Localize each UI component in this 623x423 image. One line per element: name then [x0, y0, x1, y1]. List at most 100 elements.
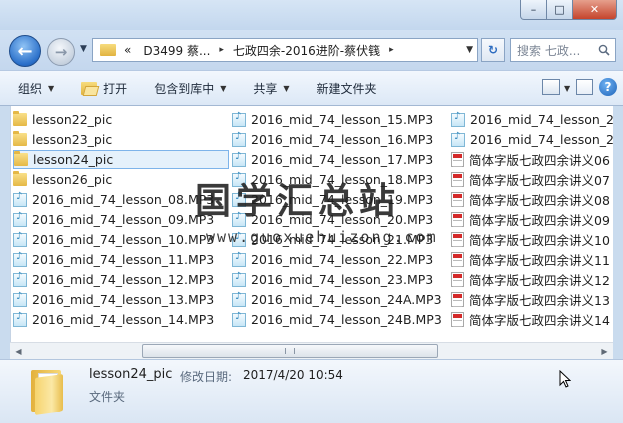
file-name: 简体字版七政四余讲义10 [469, 233, 610, 248]
detail-type: 文件夹 [89, 390, 126, 404]
file-item[interactable]: 2016_mid_74_lesson_12.MP3 [13, 270, 229, 289]
open-button[interactable]: 打开 [81, 80, 127, 97]
file-item[interactable]: 简体字版七政四余讲义14 [451, 310, 613, 329]
file-name: 2016_mid_74_lesson_08.MP3 [32, 192, 215, 207]
folder-item[interactable]: lesson22_pic [13, 110, 229, 129]
audio-file-icon [13, 231, 27, 247]
folder-item[interactable]: lesson23_pic [13, 130, 229, 149]
view-options-dropdown[interactable]: ▼ [564, 84, 570, 93]
search-input[interactable]: 搜索 七政... [510, 38, 616, 62]
file-name: 2016_mid_74_lesson_25 [470, 112, 613, 127]
recent-pages-dropdown[interactable]: ▼ [80, 44, 87, 54]
pdf-file-icon [451, 252, 464, 267]
file-item[interactable]: 2016_mid_74_lesson_24B.MP3 [232, 310, 448, 329]
details-pane: lesson24_pic 修改日期: 2017/4/20 10:54 文件夹 [0, 359, 623, 423]
file-item[interactable]: 2016_mid_74_lesson_23.MP3 [232, 270, 448, 289]
close-button[interactable]: ✕ [573, 0, 617, 20]
breadcrumb: « D3499 蔡... ▸ 七政四余-2016进阶-蔡伏篯 ▸ [124, 42, 403, 59]
audio-file-icon [232, 271, 246, 287]
file-item[interactable]: 简体字版七政四余讲义06 [451, 150, 613, 169]
new-folder-button[interactable]: 新建文件夹 [317, 80, 377, 97]
file-item[interactable]: 2016_mid_74_lesson_11.MP3 [13, 250, 229, 269]
address-bar[interactable]: « D3499 蔡... ▸ 七政四余-2016进阶-蔡伏篯 ▸ ▼ [92, 38, 478, 62]
file-name: 2016_mid_74_lesson_15.MP3 [251, 112, 434, 127]
file-item[interactable]: 简体字版七政四余讲义13 [451, 290, 613, 309]
breadcrumb-separator-icon[interactable]: ▸ [389, 45, 394, 55]
audio-file-icon [232, 251, 246, 267]
file-list[interactable]: lesson22_pic lesson23_pic lesson24_pic less… [10, 106, 613, 342]
preview-pane-icon[interactable] [576, 79, 593, 95]
file-item[interactable]: 2016_mid_74_lesson_15.MP3 [232, 110, 448, 129]
file-item[interactable]: 2016_mid_74_lesson_16.MP3 [232, 130, 448, 149]
file-item[interactable]: 简体字版七政四余讲义12 [451, 270, 613, 289]
audio-file-icon [13, 211, 27, 227]
pdf-file-icon [451, 232, 464, 247]
file-item[interactable]: 2016_mid_74_lesson_24A.MP3 [232, 290, 448, 309]
file-name: 简体字版七政四余讲义06 [469, 153, 610, 168]
file-name: 简体字版七政四余讲义08 [469, 193, 610, 208]
breadcrumb-item-current[interactable]: 七政四余-2016进阶-蔡伏篯 [233, 42, 380, 59]
file-name: 2016_mid_74_lesson_16.MP3 [251, 132, 434, 147]
file-name: 2016_mid_74_lesson_24B.MP3 [251, 312, 442, 327]
share-menu[interactable]: 共享 ▼ [253, 80, 289, 97]
organize-menu[interactable]: 组织 ▼ [18, 80, 54, 97]
pdf-file-icon [451, 212, 464, 227]
file-name: 简体字版七政四余讲义11 [469, 253, 610, 268]
open-label: 打开 [103, 81, 128, 96]
minimize-button[interactable]: – [520, 0, 547, 20]
audio-file-icon [232, 311, 246, 327]
maximize-button[interactable]: □ [547, 0, 573, 20]
file-item[interactable]: 2016_mid_74_lesson_14.MP3 [13, 310, 229, 329]
file-name: 2016_mid_74_lesson_10.MP3 [32, 232, 215, 247]
include-in-library-menu[interactable]: 包含到库中 ▼ [154, 80, 226, 97]
window-titlebar[interactable]: – □ ✕ [0, 0, 623, 30]
window-controls: – □ ✕ [520, 0, 617, 20]
breadcrumb-separator-icon[interactable]: ▸ [219, 45, 224, 55]
breadcrumb-overflow[interactable]: « [124, 43, 131, 57]
chevron-down-icon: ▼ [220, 83, 227, 93]
audio-file-icon [13, 251, 27, 267]
file-item[interactable]: 简体字版七政四余讲义08 [451, 190, 613, 209]
file-name: 2016_mid_74_lesson_23.MP3 [251, 272, 434, 287]
horizontal-scrollbar[interactable]: ◀ ▶ [10, 342, 613, 359]
file-item[interactable]: 简体字版七政四余讲义11 [451, 250, 613, 269]
search-icon[interactable] [598, 44, 610, 56]
file-item[interactable]: 简体字版七政四余讲义07 [451, 170, 613, 189]
folder-icon [13, 111, 27, 126]
watermark-url: www.guoxuehuizong.com [206, 228, 438, 246]
open-folder-icon [81, 81, 98, 95]
file-item[interactable]: 2016_mid_74_lesson_10.MP3 [13, 230, 229, 249]
chevron-down-icon: ▼ [48, 83, 55, 93]
pdf-file-icon [451, 312, 464, 327]
audio-file-icon [13, 271, 27, 287]
breadcrumb-item-parent[interactable]: D3499 蔡... [143, 42, 210, 59]
audio-file-icon [232, 131, 246, 147]
change-view-icon[interactable] [542, 79, 560, 95]
file-name: lesson23_pic [32, 132, 113, 147]
forward-button[interactable]: → [47, 38, 75, 66]
file-name: 2016_mid_74_lesson_17.MP3 [251, 152, 434, 167]
pdf-file-icon [451, 272, 464, 287]
file-item[interactable]: 2016_mid_74_lesson_25 [451, 110, 613, 129]
file-name: 简体字版七政四余讲义14 [469, 313, 610, 328]
back-button[interactable]: ← [9, 35, 41, 67]
scroll-right-icon[interactable]: ▶ [596, 343, 613, 359]
detail-date: 2017/4/20 10:54 [243, 368, 343, 382]
pdf-file-icon [451, 172, 464, 187]
scroll-left-icon[interactable]: ◀ [10, 343, 27, 359]
file-item[interactable]: 2016_mid_74_lesson_26 [451, 130, 613, 149]
audio-file-icon [13, 291, 27, 307]
file-item[interactable]: 2016_mid_74_lesson_13.MP3 [13, 290, 229, 309]
folder-item[interactable]: lesson24_pic [13, 150, 229, 169]
file-item[interactable]: 简体字版七政四余讲义10 [451, 230, 613, 249]
help-icon[interactable]: ? [599, 78, 617, 96]
file-item[interactable]: 2016_mid_74_lesson_22.MP3 [232, 250, 448, 269]
file-item[interactable]: 2016_mid_74_lesson_17.MP3 [232, 150, 448, 169]
file-item[interactable]: 简体字版七政四余讲义09 [451, 210, 613, 229]
audio-file-icon [451, 131, 465, 147]
address-dropdown-icon[interactable]: ▼ [466, 45, 473, 55]
chevron-down-icon: ▼ [283, 83, 290, 93]
scrollbar-thumb[interactable] [142, 344, 438, 358]
refresh-button[interactable]: ↻ [481, 38, 505, 62]
file-name: 2016_mid_74_lesson_09.MP3 [32, 212, 215, 227]
